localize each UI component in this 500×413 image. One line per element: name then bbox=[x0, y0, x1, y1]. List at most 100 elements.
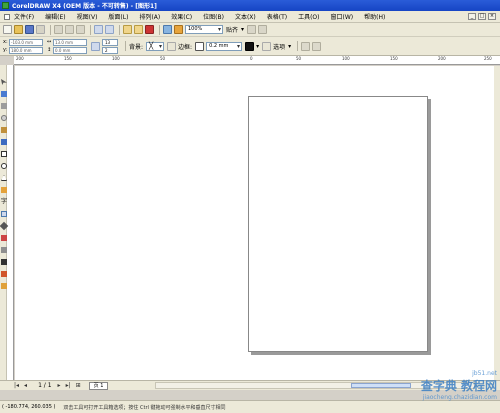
interactive-fill-tool-icon[interactable] bbox=[1, 283, 7, 289]
previous-page-button[interactable]: ◂ bbox=[24, 382, 27, 389]
application-launcher-icon[interactable] bbox=[163, 25, 172, 34]
interactive-blend-tool-icon[interactable] bbox=[1, 235, 7, 241]
position-fields: x: -103.0 mm y: 180.0 mm bbox=[3, 38, 43, 54]
ellipse-tool-icon[interactable] bbox=[1, 163, 7, 169]
freehand-tool-icon[interactable] bbox=[1, 127, 7, 133]
ruler-tick-label: 50 bbox=[296, 56, 302, 61]
menu-view[interactable]: 视图(V) bbox=[77, 12, 98, 21]
basic-shapes-tool-icon[interactable] bbox=[1, 187, 7, 193]
drawing-canvas[interactable] bbox=[15, 66, 500, 380]
pick-tool-icon[interactable] bbox=[1, 79, 7, 85]
standard-toolbar: 100% 贴齐 ▾ bbox=[0, 23, 500, 37]
options-arrow[interactable]: ▾ bbox=[288, 43, 291, 50]
border-width-select[interactable]: 0.2 mm bbox=[206, 41, 243, 51]
border-color-arrow[interactable]: ▾ bbox=[256, 43, 259, 50]
background-color-select[interactable]: ╳ bbox=[146, 41, 165, 51]
menu-file[interactable]: 文件(F) bbox=[14, 12, 34, 21]
next-page-button[interactable]: ▸ bbox=[58, 382, 61, 389]
publish-pdf-icon[interactable] bbox=[145, 25, 154, 34]
document-page[interactable] bbox=[248, 96, 428, 352]
toolbar-options-icon[interactable] bbox=[312, 41, 322, 51]
last-page-button[interactable]: ▸| bbox=[66, 382, 71, 389]
menu-text[interactable]: 文本(X) bbox=[235, 12, 256, 21]
height-field[interactable]: 0.0 mm bbox=[53, 46, 87, 54]
table-spinners: 13 2 bbox=[102, 38, 118, 54]
size-fields: ↔ 13.0 mm ↕ 0.0 mm bbox=[47, 38, 87, 54]
snap-to-arrow[interactable]: ▾ bbox=[241, 26, 244, 33]
shape-tool-icon[interactable] bbox=[1, 91, 7, 97]
fill-edit-icon[interactable] bbox=[167, 41, 177, 51]
document-icon[interactable] bbox=[4, 13, 10, 20]
snap-to-button[interactable]: 贴齐 bbox=[226, 25, 238, 34]
eyedropper-tool-icon[interactable] bbox=[1, 247, 7, 253]
rectangle-tool-icon[interactable] bbox=[1, 151, 7, 157]
zoom-level-value: 100% bbox=[188, 26, 203, 32]
menu-window[interactable]: 窗口(W) bbox=[331, 12, 354, 21]
polygon-tool-icon[interactable] bbox=[1, 175, 7, 181]
y-position: y: 180.0 mm bbox=[3, 46, 43, 54]
menu-layout[interactable]: 版面(L) bbox=[108, 12, 128, 21]
smart-fill-tool-icon[interactable] bbox=[1, 139, 7, 145]
wrap-icon[interactable] bbox=[301, 41, 311, 51]
watermark-url: jiaocheng.chazidian.com bbox=[422, 394, 497, 401]
zoom-tool-icon[interactable] bbox=[1, 115, 7, 121]
x-field[interactable]: -103.0 mm bbox=[9, 38, 43, 46]
horizontal-ruler[interactable]: 200 150 100 50 0 50 100 150 200 250 bbox=[14, 56, 500, 65]
first-page-button[interactable]: |◂ bbox=[14, 382, 19, 389]
width-field[interactable]: 13.0 mm bbox=[53, 38, 87, 46]
page-tab[interactable]: 页 1 bbox=[88, 381, 109, 390]
options-button[interactable]: 选项 bbox=[273, 42, 285, 51]
menu-arrange[interactable]: 排列(A) bbox=[139, 12, 160, 21]
import-icon[interactable] bbox=[123, 25, 132, 34]
export-icon[interactable] bbox=[134, 25, 143, 34]
menu-table[interactable]: 表格(T) bbox=[267, 12, 287, 21]
toolbar-options-icon[interactable] bbox=[258, 25, 268, 34]
copy-icon[interactable] bbox=[65, 25, 74, 34]
menu-help[interactable]: 帮助(H) bbox=[364, 12, 385, 21]
pen-icon[interactable] bbox=[262, 41, 272, 51]
fill-tool-icon[interactable] bbox=[1, 271, 7, 277]
close-icon[interactable]: × bbox=[488, 13, 496, 20]
outline-tool-icon[interactable] bbox=[1, 259, 7, 265]
ruler-tick-label: 100 bbox=[112, 56, 120, 61]
separator bbox=[125, 41, 126, 51]
menu-effects[interactable]: 效果(C) bbox=[171, 12, 192, 21]
open-icon[interactable] bbox=[14, 25, 23, 34]
border-label: 边框: bbox=[178, 43, 193, 51]
toolbox: 字 bbox=[0, 65, 9, 380]
print-icon[interactable] bbox=[36, 25, 45, 34]
color-palette[interactable] bbox=[494, 66, 500, 380]
columns-spinner[interactable]: 2 bbox=[102, 46, 118, 54]
menu-edit[interactable]: 编辑(E) bbox=[45, 12, 65, 21]
new-icon[interactable] bbox=[3, 25, 12, 34]
table-tool-icon[interactable] bbox=[1, 211, 7, 217]
minimize-icon[interactable]: _ bbox=[468, 13, 476, 20]
crop-tool-icon[interactable] bbox=[1, 103, 7, 109]
border-grid-icon[interactable] bbox=[195, 41, 205, 51]
y-field[interactable]: 180.0 mm bbox=[9, 46, 43, 54]
border-width-value: 0.2 mm bbox=[209, 42, 229, 49]
welcome-screen-icon[interactable] bbox=[174, 25, 183, 34]
cut-icon[interactable] bbox=[54, 25, 63, 34]
undo-icon[interactable] bbox=[94, 25, 103, 34]
paste-icon[interactable] bbox=[76, 25, 85, 34]
menu-tools[interactable]: 工具(O) bbox=[298, 12, 319, 21]
vertical-ruler[interactable] bbox=[7, 65, 14, 380]
redo-icon[interactable] bbox=[105, 25, 114, 34]
status-bar: ( -180.774, 260.035 ) 双击工具可打开工具箱选项；按住 Ct… bbox=[0, 400, 500, 413]
height-size: ↕ 0.0 mm bbox=[47, 46, 87, 54]
menu-bitmaps[interactable]: 位图(B) bbox=[203, 12, 224, 21]
ruler-tick-label: 50 bbox=[160, 56, 166, 61]
text-tool-icon[interactable]: 字 bbox=[1, 199, 7, 205]
scrollbar-thumb[interactable] bbox=[351, 383, 411, 388]
app-icon bbox=[2, 2, 9, 9]
options-icon[interactable] bbox=[247, 25, 257, 34]
zoom-level-select[interactable]: 100% bbox=[185, 25, 223, 34]
border-color-swatch[interactable] bbox=[245, 41, 255, 51]
restore-icon[interactable]: □ bbox=[478, 13, 486, 20]
page-count: 1 / 1 bbox=[38, 382, 52, 389]
x-position: x: -103.0 mm bbox=[3, 38, 43, 46]
add-page-button[interactable]: ⊞ bbox=[76, 382, 81, 389]
rows-spinner[interactable]: 13 bbox=[102, 38, 118, 46]
save-icon[interactable] bbox=[25, 25, 34, 34]
